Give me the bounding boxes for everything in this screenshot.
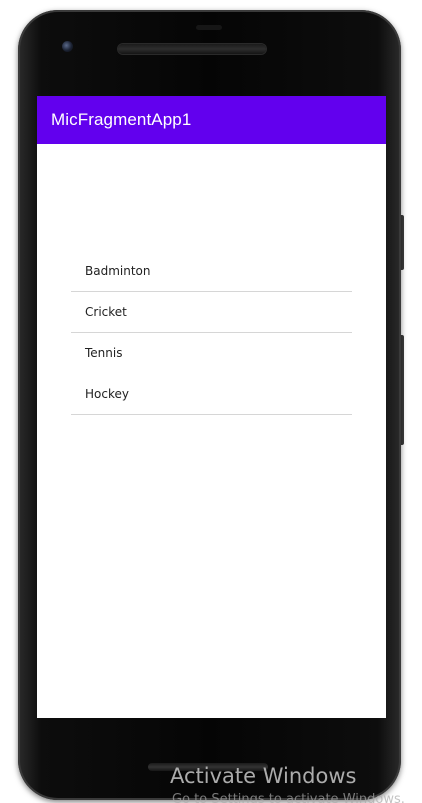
app-screen: MicFragmentApp1 Badminton Cricket Tennis… <box>37 96 386 718</box>
list-item-hockey[interactable]: Hockey <box>71 374 352 415</box>
proximity-sensor <box>196 25 222 30</box>
list-item-label: Badminton <box>85 264 151 278</box>
activate-windows-subtitle: Go to Settings to activate Windows. <box>172 792 405 803</box>
app-title: MicFragmentApp1 <box>51 110 192 129</box>
front-camera-icon <box>62 41 73 52</box>
activate-windows-watermark: Activate Windows <box>170 764 357 788</box>
page: MicFragmentApp1 Badminton Cricket Tennis… <box>0 0 422 803</box>
list-item-cricket[interactable]: Cricket <box>71 292 352 333</box>
list-item-tennis[interactable]: Tennis <box>71 333 352 374</box>
earpiece-speaker <box>118 44 266 54</box>
list-item-badminton[interactable]: Badminton <box>71 251 352 292</box>
list-item-label: Hockey <box>85 387 129 401</box>
list-item-label: Cricket <box>85 305 127 319</box>
list-item-label: Tennis <box>85 346 123 360</box>
app-toolbar: MicFragmentApp1 <box>37 96 386 144</box>
sports-list: Badminton Cricket Tennis Hockey <box>71 251 352 415</box>
